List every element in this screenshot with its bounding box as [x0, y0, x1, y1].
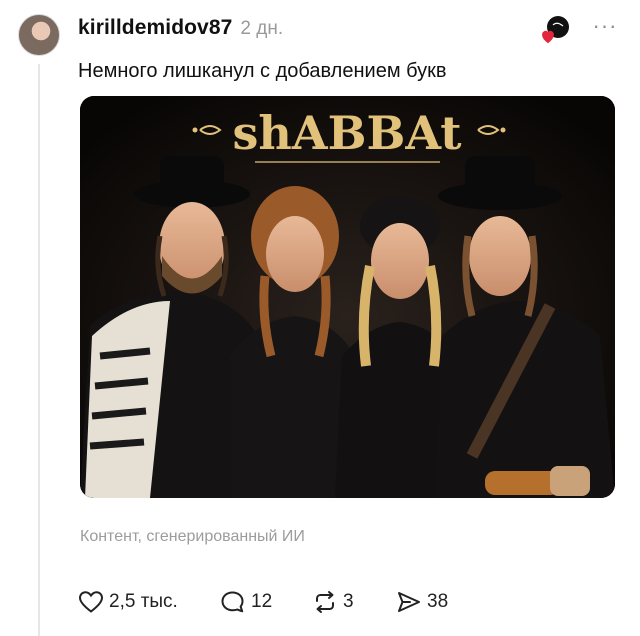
heart-badge-icon: [538, 12, 572, 46]
share-button[interactable]: 38: [396, 590, 466, 614]
send-arrow-icon: [396, 590, 422, 614]
like-button[interactable]: 2,5 тыс.: [78, 590, 220, 614]
action-bar: 2,5 тыс. 12 3 38: [78, 588, 466, 616]
comment-bubble-icon: [220, 590, 246, 614]
like-count: 2,5 тыс.: [109, 591, 178, 612]
post-image[interactable]: shABBAt: [80, 96, 615, 498]
post-timestamp: 2 дн.: [240, 18, 284, 39]
thread-line: [38, 64, 40, 636]
post-header: kirilldemidov87 2 дн.: [78, 16, 283, 46]
post-text: Немного лишканул с добавлением букв: [78, 60, 447, 82]
reply-button[interactable]: 12: [220, 590, 312, 614]
image-title: shABBAt: [233, 106, 463, 160]
repost-count: 3: [343, 591, 354, 612]
heart-icon: [78, 590, 104, 614]
repost-arrows-icon: [312, 590, 338, 614]
avatar[interactable]: [18, 14, 60, 56]
more-dots-icon[interactable]: ···: [590, 13, 620, 38]
username-link[interactable]: kirilldemidov87: [78, 16, 232, 40]
reply-count: 12: [251, 591, 273, 612]
ai-generated-note: Контент, сгенерированный ИИ: [80, 528, 305, 545]
repost-button[interactable]: 3: [312, 590, 396, 614]
share-count: 38: [427, 591, 449, 612]
